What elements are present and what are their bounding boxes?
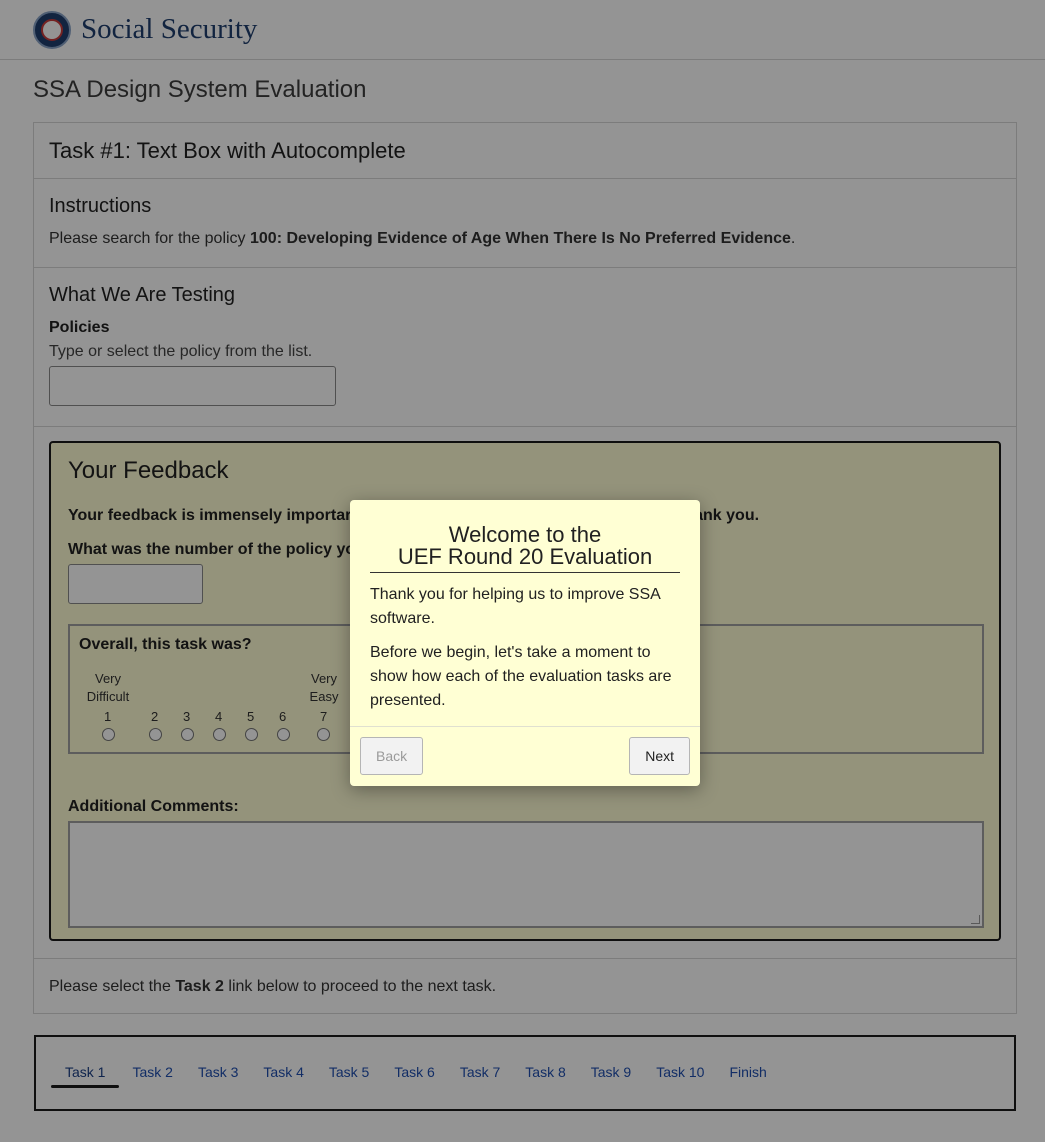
back-button[interactable]: Back bbox=[360, 737, 424, 775]
welcome-modal: Welcome to the UEF Round 20 Evaluation T… bbox=[350, 500, 700, 786]
modal-body: Thank you for helping us to improve SSA … bbox=[350, 573, 700, 713]
modal-paragraph-2: Before we begin, let's take a moment to … bbox=[370, 644, 672, 709]
modal-paragraph-1: Thank you for helping us to improve SSA … bbox=[370, 586, 660, 627]
modal-footer: Back Next bbox=[350, 726, 700, 787]
next-button[interactable]: Next bbox=[629, 737, 690, 775]
modal-title: Welcome to the UEF Round 20 Evaluation bbox=[370, 500, 680, 573]
